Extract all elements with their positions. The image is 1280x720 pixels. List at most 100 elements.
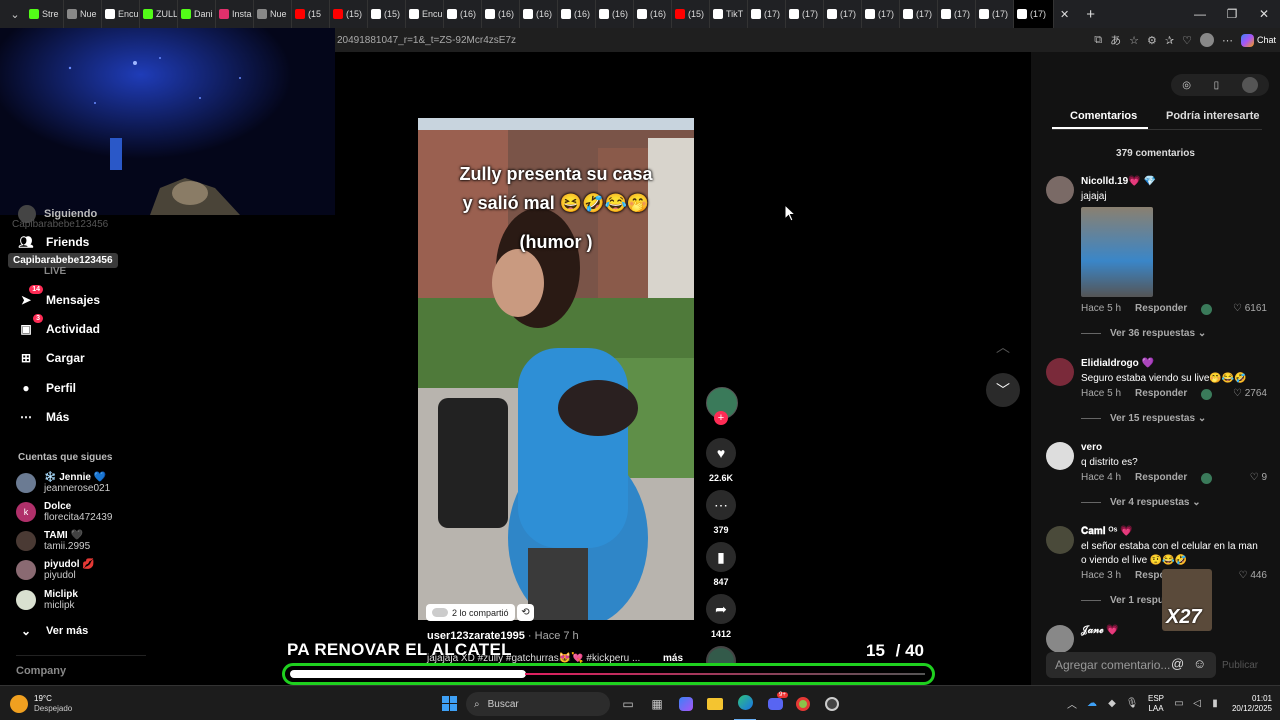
- tab-comments[interactable]: Comentarios: [1070, 110, 1137, 122]
- followed-account[interactable]: k Dolce florecita472439: [16, 501, 112, 523]
- commenter-avatar[interactable]: [1046, 176, 1074, 204]
- favorites-bar-icon[interactable]: ✰: [1165, 34, 1174, 47]
- user-avatar[interactable]: [1241, 77, 1258, 93]
- commenter-name[interactable]: Elidialdrogo 💜: [1081, 358, 1154, 369]
- browser-tab[interactable]: Dani: [178, 0, 216, 28]
- browser-tab[interactable]: Insta: [216, 0, 254, 28]
- store-icon[interactable]: ▦: [647, 686, 667, 720]
- share-icon[interactable]: ➦: [706, 594, 736, 624]
- open-in-app-icon[interactable]: ⧉: [1094, 34, 1102, 47]
- comment-like[interactable]: ♡ 9: [1250, 472, 1267, 483]
- followed-account[interactable]: ❄️ Jennie 💙 jeannerose021: [16, 472, 110, 494]
- view-replies-button[interactable]: Ver 4 respuestas ⌄: [1081, 497, 1201, 508]
- browser-tab[interactable]: Nue: [254, 0, 292, 28]
- comment-like[interactable]: ♡ 446: [1239, 570, 1267, 581]
- browser-tab[interactable]: (15): [672, 0, 710, 28]
- reply-button[interactable]: Responder: [1135, 303, 1187, 315]
- followed-account[interactable]: TAMI 🖤 tamii.2995: [16, 530, 90, 552]
- close-window-icon[interactable]: ✕: [1248, 0, 1280, 28]
- copilot-app-icon[interactable]: [676, 686, 696, 720]
- heart-icon[interactable]: ♥: [706, 438, 736, 468]
- extensions-icon[interactable]: ⚙: [1147, 34, 1157, 47]
- sidebar-item-live[interactable]: LIVE: [44, 266, 66, 277]
- comment-like[interactable]: ♡ 6161: [1233, 303, 1267, 314]
- browser-tab[interactable]: (17): [1014, 0, 1054, 28]
- browser-tab[interactable]: (17): [900, 0, 938, 28]
- video-player[interactable]: Zully presenta su casa y salió mal 😆🤣😂🤭 …: [418, 118, 694, 620]
- creator-avatar-block[interactable]: +: [706, 387, 738, 425]
- new-tab-icon[interactable]: +: [1086, 6, 1095, 23]
- settings-more-icon[interactable]: ⋯: [1222, 34, 1233, 47]
- edge-icon[interactable]: [734, 686, 756, 720]
- browser-tab[interactable]: (16): [520, 0, 558, 28]
- commenter-avatar[interactable]: [1046, 358, 1074, 386]
- browser-tab[interactable]: (17): [748, 0, 786, 28]
- commenter-avatar[interactable]: [1046, 526, 1074, 554]
- sidebar-item-more[interactable]: ⋯ Más: [18, 409, 69, 425]
- view-replies-button[interactable]: Ver 15 respuestas ⌄: [1081, 413, 1206, 424]
- url-text[interactable]: 20491881047_r=1&_t=ZS-92Mcr4zsE7z: [335, 35, 516, 46]
- close-tab-icon[interactable]: ✕: [1060, 8, 1069, 21]
- language-indicator[interactable]: ESP LAA: [1142, 694, 1170, 714]
- shield-icon[interactable]: ♡: [1182, 34, 1192, 47]
- browser-tab[interactable]: (16): [634, 0, 672, 28]
- copilot-chat-button[interactable]: Chat: [1240, 33, 1276, 47]
- browser-tab[interactable]: (17): [786, 0, 824, 28]
- browser-tab[interactable]: (17): [824, 0, 862, 28]
- repost-icon[interactable]: ⟲: [517, 604, 534, 621]
- mention-icon[interactable]: @: [1171, 656, 1184, 671]
- shared-pill[interactable]: 2 lo compartió: [426, 604, 515, 621]
- search-box[interactable]: ⌕ Buscar: [466, 692, 610, 716]
- emoji-icon[interactable]: ☺: [1193, 656, 1206, 671]
- weather-widget[interactable]: 19°C Despejado: [10, 686, 100, 720]
- previous-video-button[interactable]: ︿: [986, 330, 1020, 364]
- commenter-avatar[interactable]: [1046, 442, 1074, 470]
- commenter-name[interactable]: vero: [1081, 442, 1102, 453]
- comment-image[interactable]: [1081, 207, 1153, 297]
- sidebar-item-upload[interactable]: ⊞ Cargar: [18, 350, 85, 366]
- chrome-icon[interactable]: [793, 686, 813, 720]
- browser-tab[interactable]: (16): [444, 0, 482, 28]
- browser-tab[interactable]: Encu: [406, 0, 444, 28]
- obs-icon[interactable]: [822, 686, 842, 720]
- save-action[interactable]: ▮ 847: [706, 542, 736, 587]
- sidebar-item-friends[interactable]: 👥︎ Friends: [18, 234, 89, 250]
- view-replies-button[interactable]: Ver 36 respuestas ⌄: [1081, 328, 1206, 339]
- browser-tab[interactable]: Nue: [64, 0, 102, 28]
- address-bar[interactable]: 20491881047_r=1&_t=ZS-92Mcr4zsE7z ⧉ あ ☆ …: [335, 28, 1280, 52]
- follow-plus-icon[interactable]: +: [714, 411, 728, 425]
- commenter-name[interactable]: 𝐂𝐚𝐦𝐢 ᴼˢ 💗: [1081, 526, 1133, 537]
- browser-tab[interactable]: (16): [482, 0, 520, 28]
- favorite-icon[interactable]: ☆: [1129, 34, 1139, 47]
- comment-icon[interactable]: ⋯: [706, 490, 736, 520]
- share-action[interactable]: ➦ 1412: [706, 594, 736, 639]
- commenter-avatar[interactable]: [1046, 625, 1074, 653]
- browser-tab[interactable]: (17): [862, 0, 900, 28]
- translate-icon[interactable]: あ: [1110, 32, 1121, 48]
- browser-tab[interactable]: ZULL: [140, 0, 178, 28]
- browser-tab[interactable]: Encu: [102, 0, 140, 28]
- sidebar-item-profile[interactable]: ● Perfil: [18, 380, 76, 396]
- browser-tab[interactable]: (15): [330, 0, 368, 28]
- tab-interesting[interactable]: Podría interesarte: [1166, 110, 1260, 122]
- app-tray-icon[interactable]: ◆: [1102, 698, 1122, 709]
- onedrive-icon[interactable]: ☁: [1082, 698, 1102, 709]
- tray-expand-icon[interactable]: ︿: [1062, 696, 1082, 711]
- comment-action[interactable]: ⋯ 379: [706, 490, 736, 535]
- reply-button[interactable]: Responder: [1135, 388, 1187, 400]
- minimize-icon[interactable]: —: [1184, 0, 1216, 28]
- browser-tab[interactable]: (16): [596, 0, 634, 28]
- publish-button[interactable]: Publicar: [1222, 660, 1258, 671]
- profile-avatar[interactable]: [1199, 33, 1214, 47]
- network-icon[interactable]: ▭: [1170, 698, 1188, 709]
- sidebar-item-activity[interactable]: ▣ 3 Actividad: [18, 314, 100, 337]
- bookmark-icon[interactable]: ▮: [706, 542, 736, 572]
- sidebar-item-send[interactable]: ➤ 14 Mensajes: [18, 285, 100, 308]
- browser-tab[interactable]: (17): [938, 0, 976, 28]
- followed-account[interactable]: piyudol 💋 piyudol: [16, 559, 95, 581]
- browser-tab[interactable]: (15): [368, 0, 406, 28]
- browser-tab[interactable]: (16): [558, 0, 596, 28]
- phone-icon[interactable]: ▯: [1214, 80, 1220, 91]
- start-button[interactable]: [438, 686, 460, 720]
- reply-button[interactable]: Responder: [1135, 472, 1187, 484]
